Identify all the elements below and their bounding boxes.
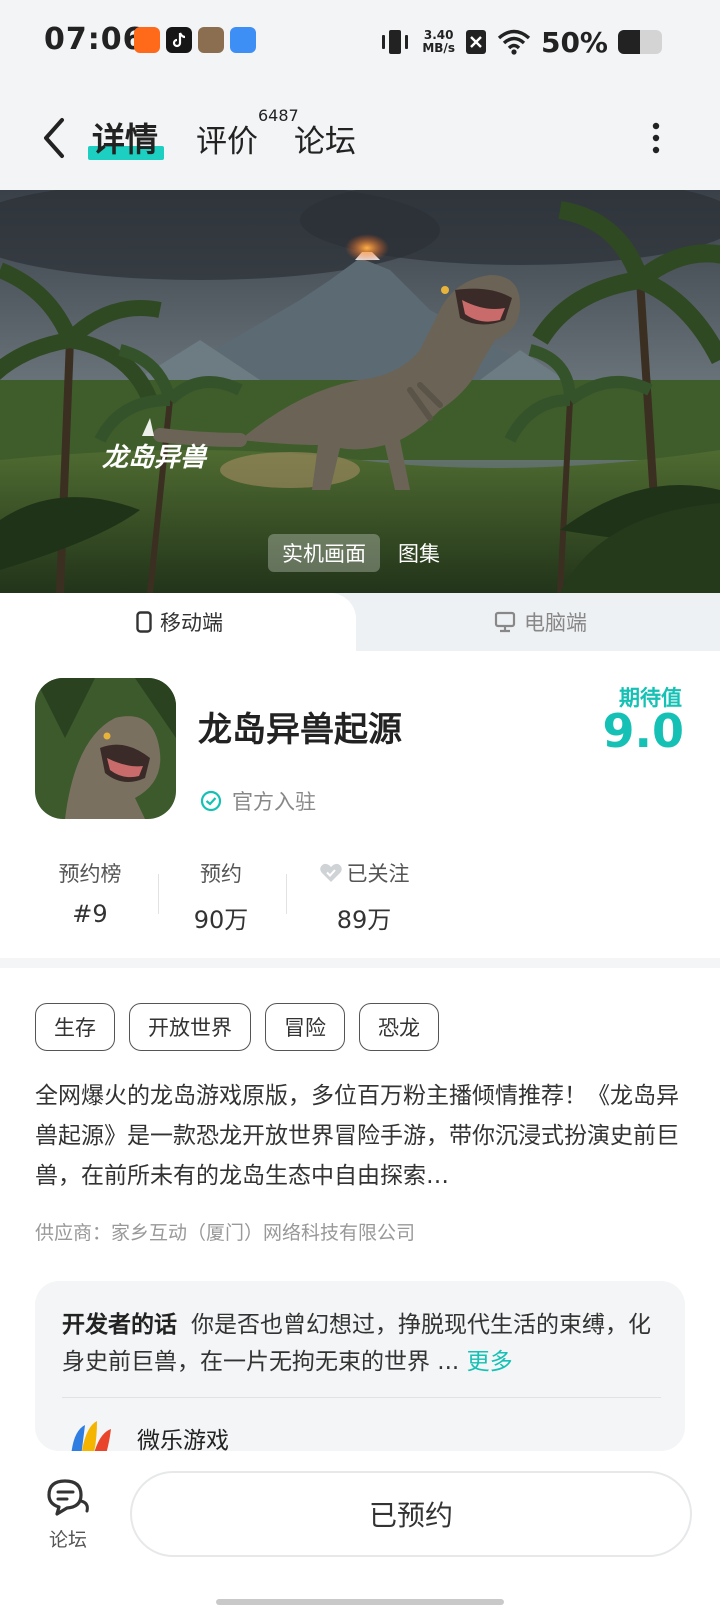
monitor-icon [494,611,516,633]
developer-logo [71,1421,111,1451]
reserved-button[interactable]: 已预约 [130,1471,692,1557]
game-title: 龙岛异兽起源 [198,710,402,750]
tag-adventure[interactable]: 冒险 [265,1003,345,1051]
tab-reviews[interactable]: 评价 [196,116,258,161]
stat-reservations-label: 预约 [200,862,242,886]
stat-rank-label: 预约榜 [58,862,122,886]
developer-note-title: 开发者的话 [62,1312,177,1338]
tag-survival[interactable]: 生存 [35,1003,115,1051]
status-bar: 07:06 3.40 MB/s 50% [0,0,720,86]
stat-following[interactable]: 已关注 89万 [314,858,414,935]
forum-button[interactable]: 论坛 [40,1477,96,1552]
review-count-badge: 6487 [258,106,299,125]
douyin-icon [166,27,192,53]
back-icon[interactable] [36,114,76,162]
stat-rank-value: #9 [72,900,108,928]
platform-pc-label: 电脑端 [524,611,587,635]
phone-icon [136,611,152,633]
chat-bubble-icon [47,1479,89,1516]
supplier-info: 供应商：家乡互动（厦门）网络科技有限公司 [35,1222,416,1244]
official-badge: 官方入驻 [200,786,316,816]
stat-divider [286,874,287,914]
stat-following-label: 已关注 [314,858,414,888]
developer-note-card[interactable]: 开发者的话 你是否也曾幻想过，挣脱现代生活的束缚，化身史前巨兽，在一片无拘无束的世… [35,1281,685,1451]
tab-details[interactable]: 详情 [92,113,158,161]
battery-percent: 50% [540,25,608,59]
hero-image: 龙岛异兽 [0,190,720,593]
developer-more-link[interactable]: 更多 [467,1349,513,1375]
heart-icon [319,863,342,882]
section-separator [0,958,720,968]
developer-name[interactable]: 微乐游戏 [137,1421,229,1451]
wifi-icon [497,29,531,55]
game-description[interactable]: 全网爆火的龙岛游戏原版，多位百万粉主播倾情推荐！《龙岛异兽起源》是一款恐龙开放世… [35,1076,687,1196]
tab-gallery[interactable]: 图集 [384,534,454,572]
tab-forum[interactable]: 论坛 [294,116,356,161]
hero-banner[interactable]: 龙岛异兽 [0,190,720,593]
no-sim-icon [465,30,486,54]
bottom-action-bar: 论坛 已预约 [0,1451,720,1608]
top-nav: 详情 评价 6487 论坛 [0,86,720,190]
status-time: 07:06 [44,22,145,57]
platform-tab-mobile[interactable]: 移动端 [136,607,223,637]
battery-fill [618,30,640,54]
expectation-score: 9.0 [602,704,685,758]
forum-label: 论坛 [48,1529,87,1551]
tag-open-world[interactable]: 开放世界 [129,1003,251,1051]
stat-reservations-value: 90万 [193,906,249,934]
stat-divider [158,874,159,914]
stat-reservations: 预约 90万 [186,858,256,935]
stat-following-value: 89万 [336,906,392,934]
svg-text:龙岛异兽: 龙岛异兽 [102,443,208,473]
status-right: 3.40 MB/s 50% [378,22,662,62]
tag-dinosaur[interactable]: 恐龙 [359,1003,439,1051]
platform-mobile-label: 移动端 [160,611,223,635]
official-label: 官方入驻 [232,790,316,814]
vibrate-icon [382,30,409,54]
stat-rank[interactable]: 预约榜 #9 [57,858,123,928]
game-app-icon [35,678,176,819]
check-circle-icon [200,790,222,812]
divider [62,1397,661,1398]
hero-media-tabs: 实机画面 图集 [268,534,454,572]
developer-note: 开发者的话 你是否也曾幻想过，挣脱现代生活的束缚，化身史前巨兽，在一片无拘无束的世… [62,1307,662,1381]
home-indicator[interactable] [216,1599,504,1605]
battery-icon [618,30,662,54]
files-icon [230,27,256,53]
more-options-icon[interactable] [646,120,666,156]
network-speed: 3.40 MB/s [422,28,455,55]
game-icon [198,27,224,53]
platform-tabs: 移动端 电脑端 [0,593,720,651]
kuaishou-icon [134,27,160,53]
tab-gameplay-footage[interactable]: 实机画面 [268,534,380,572]
tag-list: 生存 开放世界 冒险 恐龙 [35,1003,439,1051]
platform-tab-pc[interactable]: 电脑端 [494,607,587,637]
